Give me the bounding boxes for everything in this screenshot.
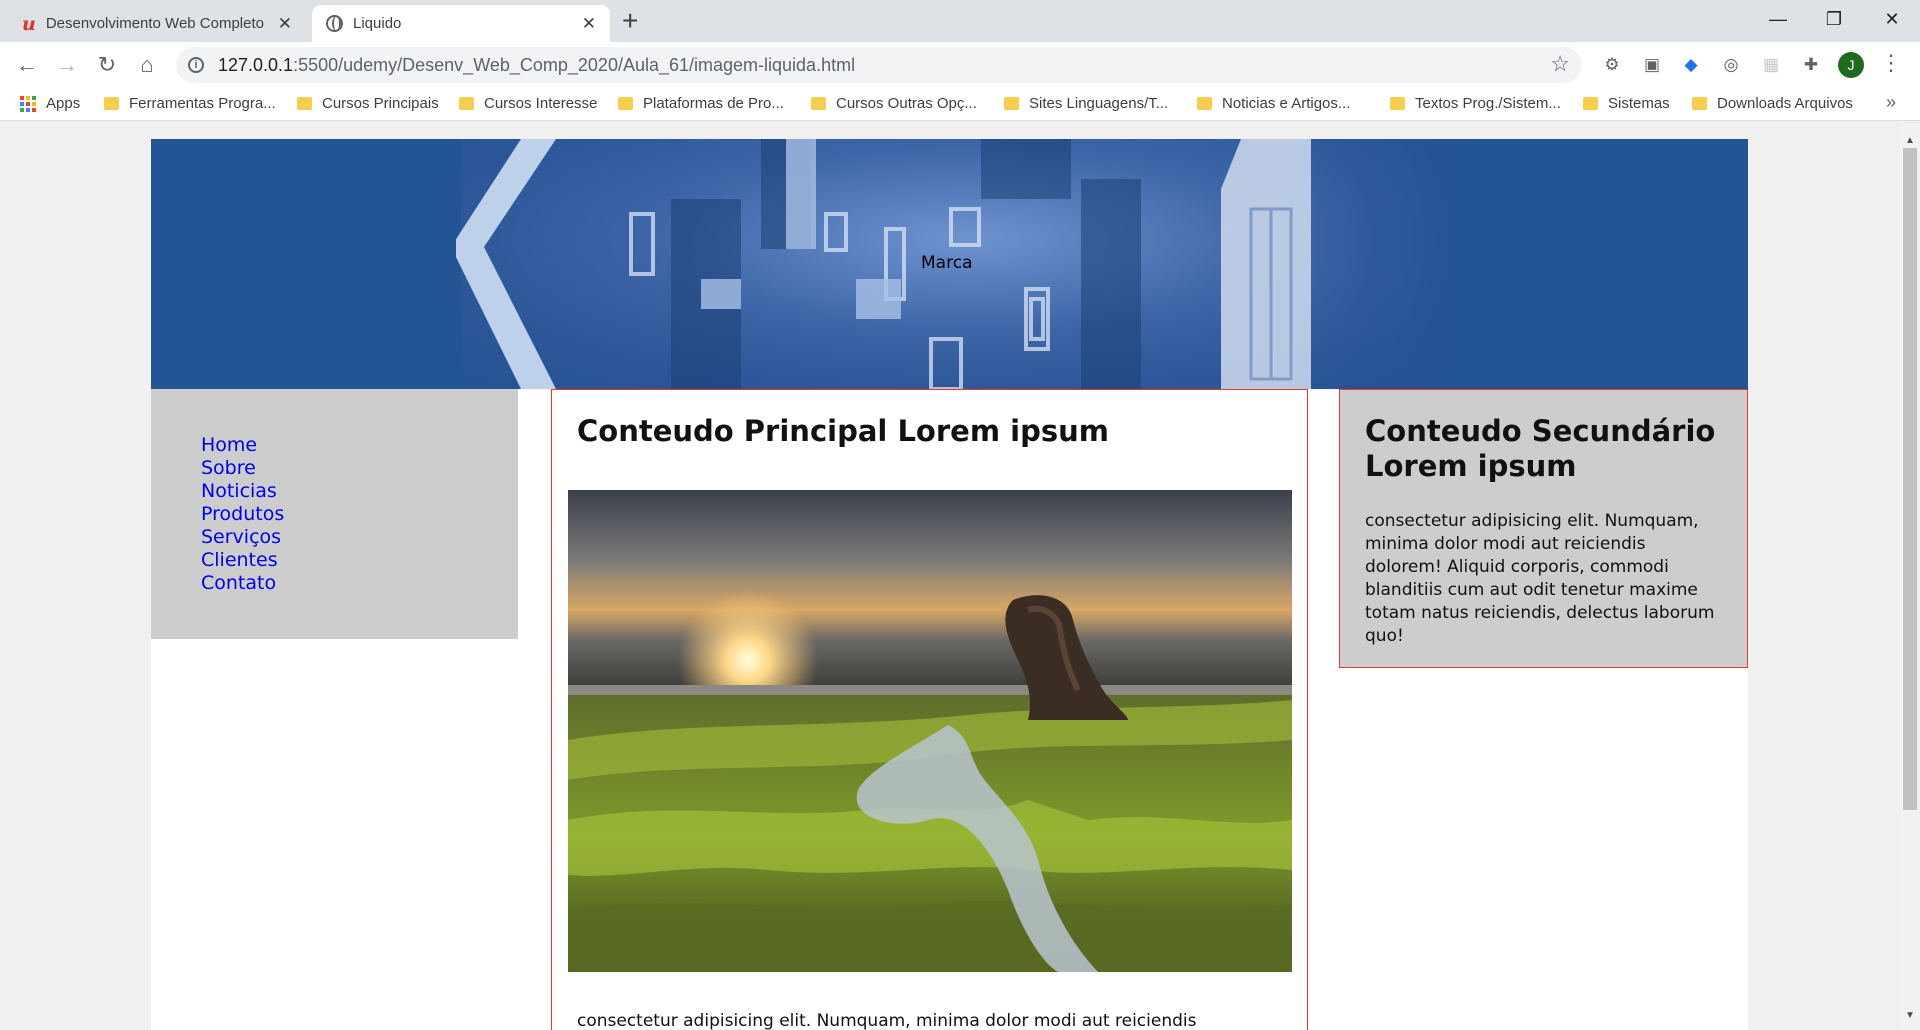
profile-avatar[interactable]: J bbox=[1838, 52, 1864, 78]
folder-icon bbox=[1390, 97, 1405, 110]
new-tab-button[interactable]: + bbox=[622, 6, 638, 36]
minimize-button[interactable]: — bbox=[1750, 0, 1806, 38]
folder-icon bbox=[1583, 97, 1598, 110]
nav-item: Clientes bbox=[201, 549, 284, 572]
main-paragraph: consectetur adipisicing elit. Numquam, m… bbox=[577, 1011, 1197, 1030]
url-path: :5500/udemy/Desenv_Web_Comp_2020/Aula_61… bbox=[293, 54, 856, 75]
header-banner: Marca bbox=[151, 139, 1748, 389]
nav-link-servicos[interactable]: Serviços bbox=[201, 526, 281, 548]
tab-title: Desenvolvimento Web Completo bbox=[45, 15, 264, 32]
close-tab-icon[interactable]: ✕ bbox=[278, 14, 292, 34]
secondary-heading: Conteudo Secundário Lorem ipsum bbox=[1365, 414, 1716, 483]
bookmark-folder[interactable]: Noticias e Artigos... bbox=[1197, 95, 1350, 112]
folder-icon bbox=[1004, 97, 1019, 110]
tab-strip: u Desenvolvimento Web Completo ✕ Liquido… bbox=[0, 0, 1920, 42]
more-menu-icon[interactable]: ⋮ bbox=[1880, 50, 1902, 76]
extension-blank-icon[interactable]: ▦ bbox=[1760, 54, 1782, 76]
folder-icon bbox=[618, 97, 633, 110]
bookmark-folder[interactable]: Textos Prog./Sistem... bbox=[1390, 95, 1561, 112]
landscape-photo bbox=[568, 490, 1292, 972]
bookmark-folder[interactable]: Downloads Arquivos bbox=[1692, 95, 1853, 112]
main-content: Conteudo Principal Lorem ipsum consectet… bbox=[551, 389, 1308, 1030]
home-button[interactable]: ⌂ bbox=[132, 50, 162, 80]
bookmark-label: Plataformas de Pro... bbox=[643, 95, 784, 112]
brand-logo-text: Marca bbox=[921, 253, 973, 273]
reload-button[interactable]: ↻ bbox=[92, 50, 122, 80]
nav-item: Sobre bbox=[201, 457, 284, 480]
folder-icon bbox=[1197, 97, 1212, 110]
nav-menu: Home Sobre Noticias Produtos Serviços Cl… bbox=[201, 434, 284, 595]
secondary-content: Conteudo Secundário Lorem ipsum consecte… bbox=[1339, 389, 1748, 668]
nav-item: Noticias bbox=[201, 480, 284, 503]
nav-item: Produtos bbox=[201, 503, 284, 526]
bookmark-label: Noticias e Artigos... bbox=[1222, 95, 1351, 112]
bookmark-label: Cursos Principais bbox=[322, 95, 439, 112]
bookmark-folder[interactable]: Cursos Outras Opç... bbox=[811, 95, 977, 112]
info-icon[interactable]: i bbox=[188, 57, 204, 73]
bookmark-label: Cursos Outras Opç... bbox=[836, 95, 977, 112]
bookmark-folder[interactable]: Cursos Interesse bbox=[459, 95, 597, 112]
sidebar-nav: Home Sobre Noticias Produtos Serviços Cl… bbox=[151, 389, 518, 639]
folder-icon bbox=[104, 97, 119, 110]
bookmark-folder[interactable]: Ferramentas Progra... bbox=[104, 95, 276, 112]
nav-link-home[interactable]: Home bbox=[201, 434, 257, 456]
close-window-button[interactable]: ✕ bbox=[1864, 0, 1920, 38]
bookmark-label: Ferramentas Progra... bbox=[129, 95, 276, 112]
nav-item: Contato bbox=[201, 572, 284, 595]
bookmark-label: Cursos Interesse bbox=[484, 95, 598, 112]
folder-icon bbox=[459, 97, 474, 110]
folder-icon bbox=[811, 97, 826, 110]
main-heading: Conteudo Principal Lorem ipsum bbox=[577, 414, 1109, 448]
site-container: Marca Home Sobre Noticias Produtos Servi… bbox=[151, 139, 1748, 1030]
close-tab-icon[interactable]: ✕ bbox=[582, 14, 596, 34]
coastal-sunset-image bbox=[568, 490, 1292, 972]
bookmark-folder[interactable]: Sites Linguagens/T... bbox=[1004, 95, 1168, 112]
browser-toolbar: ← → ↻ ⌂ i 127.0.0.1:5500/udemy/Desenv_We… bbox=[0, 42, 1920, 88]
bookmark-label: Sistemas bbox=[1608, 95, 1670, 112]
forward-button[interactable]: → bbox=[52, 50, 82, 80]
extensions-puzzle-icon[interactable]: ✚ bbox=[1800, 54, 1822, 76]
nav-item: Serviços bbox=[201, 526, 284, 549]
tab-desenvolvimento[interactable]: u Desenvolvimento Web Completo ✕ bbox=[8, 5, 306, 42]
bookmark-label: Sites Linguagens/T... bbox=[1029, 95, 1169, 112]
globe-icon bbox=[326, 15, 343, 32]
bookmark-label: Downloads Arquivos bbox=[1717, 95, 1853, 112]
nav-link-produtos[interactable]: Produtos bbox=[201, 503, 284, 525]
tab-liquido[interactable]: Liquido ✕ bbox=[312, 5, 610, 42]
nav-link-contato[interactable]: Contato bbox=[201, 572, 276, 594]
bookmark-label: Apps bbox=[46, 95, 81, 112]
folder-icon bbox=[297, 97, 312, 110]
bookmark-star-icon[interactable]: ☆ bbox=[1550, 51, 1570, 77]
folder-icon bbox=[1692, 97, 1707, 110]
screen-capture-icon[interactable]: ▣ bbox=[1641, 54, 1663, 76]
extension-gear-icon[interactable]: ⚙ bbox=[1601, 54, 1623, 76]
bookmark-folder[interactable]: Sistemas bbox=[1583, 95, 1670, 112]
address-bar[interactable]: i 127.0.0.1:5500/udemy/Desenv_Web_Comp_2… bbox=[176, 47, 1582, 83]
url-host: 127.0.0.1 bbox=[218, 54, 294, 75]
udemy-favicon-icon: u bbox=[22, 12, 36, 35]
back-button[interactable]: ← bbox=[12, 50, 42, 80]
page-viewport: Marca Home Sobre Noticias Produtos Servi… bbox=[0, 121, 1900, 1030]
bookmark-folder[interactable]: Cursos Principais bbox=[297, 95, 439, 112]
nav-link-noticias[interactable]: Noticias bbox=[201, 480, 277, 502]
apps-grid-icon bbox=[20, 95, 36, 112]
scrollbar-thumb[interactable] bbox=[1903, 148, 1917, 810]
bookmark-folder[interactable]: Plataformas de Pro... bbox=[618, 95, 784, 112]
bookmark-apps[interactable]: Apps bbox=[20, 95, 80, 112]
bookmark-label: Textos Prog./Sistem... bbox=[1415, 95, 1561, 112]
scroll-down-arrow-icon[interactable]: ▼ bbox=[1903, 1010, 1917, 1024]
bookmarks-overflow-button[interactable]: » bbox=[1886, 92, 1896, 113]
bookmarks-bar: Apps Ferramentas Progra... Cursos Princi… bbox=[0, 88, 1920, 121]
extension-circle-icon[interactable]: ◎ bbox=[1720, 54, 1742, 76]
maximize-button[interactable]: ❐ bbox=[1806, 0, 1862, 38]
scroll-up-arrow-icon[interactable]: ▲ bbox=[1903, 135, 1917, 149]
nav-item: Home bbox=[201, 434, 284, 457]
extension-blue-icon[interactable]: ◆ bbox=[1680, 54, 1702, 76]
tab-title: Liquido bbox=[353, 15, 402, 32]
nav-link-clientes[interactable]: Clientes bbox=[201, 549, 278, 571]
nav-link-sobre[interactable]: Sobre bbox=[201, 457, 256, 479]
banner-chevron-shape bbox=[456, 139, 556, 389]
secondary-paragraph: consectetur adipisicing elit. Numquam, m… bbox=[1365, 511, 1715, 646]
